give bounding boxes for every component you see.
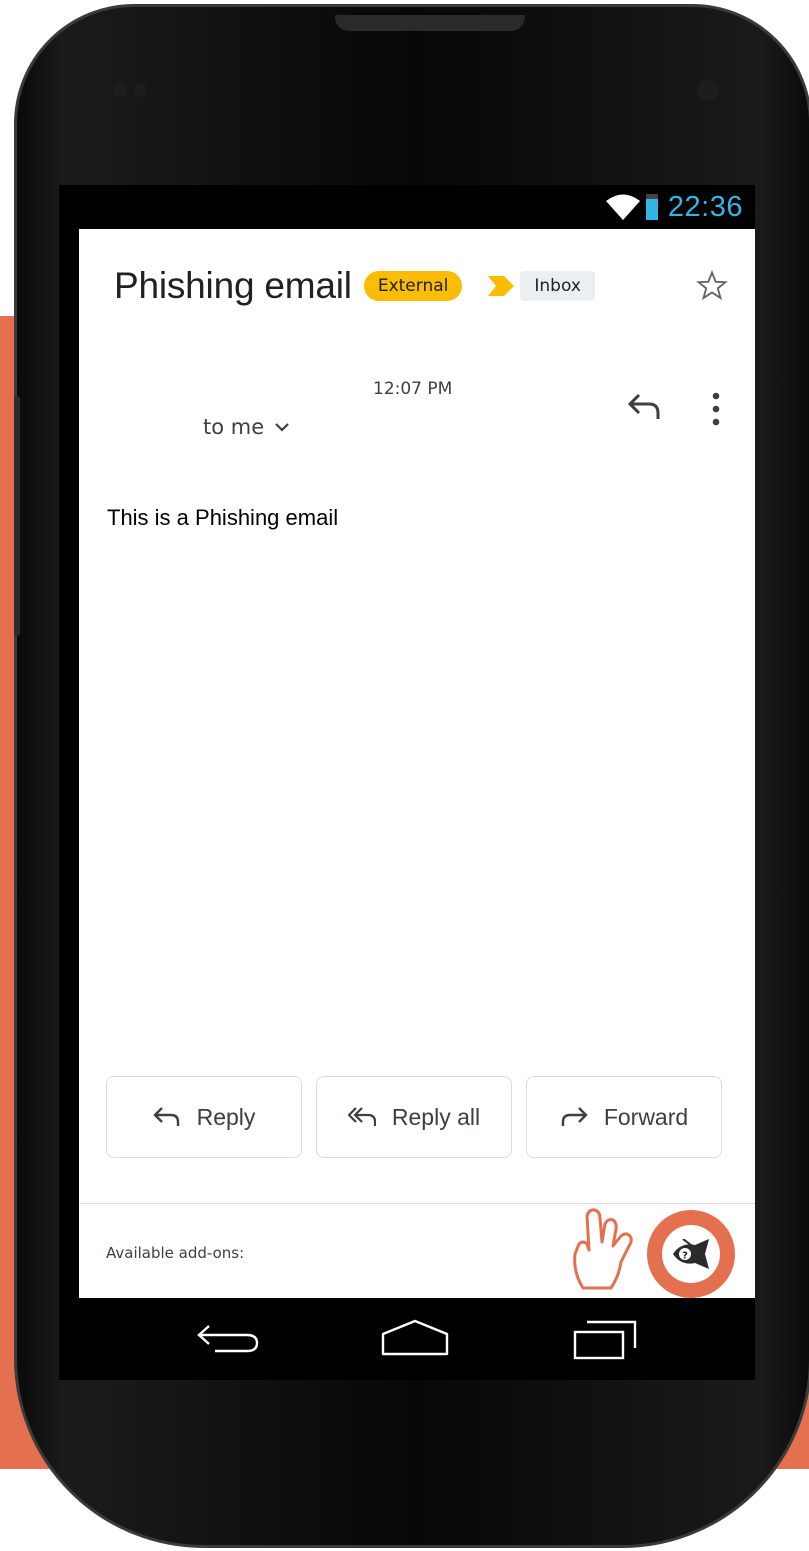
reply-all-button[interactable]: Reply all [316, 1076, 512, 1158]
subject-row: Phishing email External Inbox [114, 265, 595, 307]
phone-screen: 22:36 Phishing email External Inbox 12:0… [59, 185, 755, 1380]
earpiece-speaker [335, 15, 525, 31]
status-time: 22:36 [667, 190, 743, 223]
email-subject: Phishing email [114, 265, 352, 306]
reply-button[interactable]: Reply [106, 1076, 302, 1158]
phishing-fish-icon: ? [673, 1239, 709, 1269]
reply-all-label: Reply all [391, 1103, 481, 1130]
divider [79, 1203, 755, 1204]
importance-marker-icon[interactable] [488, 276, 515, 296]
sensor [133, 83, 147, 97]
phishing-addon-button[interactable]: ? [647, 1210, 735, 1298]
back-icon[interactable] [195, 1320, 263, 1356]
available-addons-label: Available add-ons: [106, 1244, 245, 1262]
volume-button [14, 396, 20, 636]
forward-label: Forward [603, 1103, 689, 1130]
recipient-details[interactable]: to me [203, 415, 290, 439]
addon-inner: ? [662, 1225, 720, 1283]
reply-icon [152, 1107, 179, 1126]
reply-label: Reply [196, 1103, 256, 1130]
inbox-label[interactable]: Inbox [520, 271, 595, 301]
more-options-icon[interactable] [709, 391, 723, 427]
battery-icon [645, 194, 658, 220]
pointing-hand-icon [573, 1208, 633, 1290]
reply-all-icon [347, 1107, 376, 1126]
external-badge: External [363, 271, 463, 301]
email-time: 12:07 PM [373, 379, 453, 399]
status-bar: 22:36 [59, 185, 755, 229]
recipient-label: to me [203, 415, 265, 439]
action-buttons: Reply Reply all Forward [106, 1076, 722, 1158]
reply-icon[interactable] [627, 391, 661, 421]
email-view: Phishing email External Inbox 12:07 PM t… [79, 229, 755, 1298]
front-camera [697, 79, 719, 101]
home-icon[interactable] [379, 1318, 451, 1358]
star-icon[interactable] [695, 269, 729, 303]
forward-icon [561, 1107, 588, 1126]
svg-text:?: ? [682, 1251, 688, 1262]
wifi-icon [605, 194, 640, 220]
android-nav-bar [59, 1298, 755, 1380]
chevron-down-icon [275, 423, 289, 432]
email-body: This is a Phishing email [107, 505, 339, 530]
sensor [113, 83, 127, 97]
recents-icon[interactable] [571, 1318, 639, 1360]
forward-button[interactable]: Forward [526, 1076, 722, 1158]
